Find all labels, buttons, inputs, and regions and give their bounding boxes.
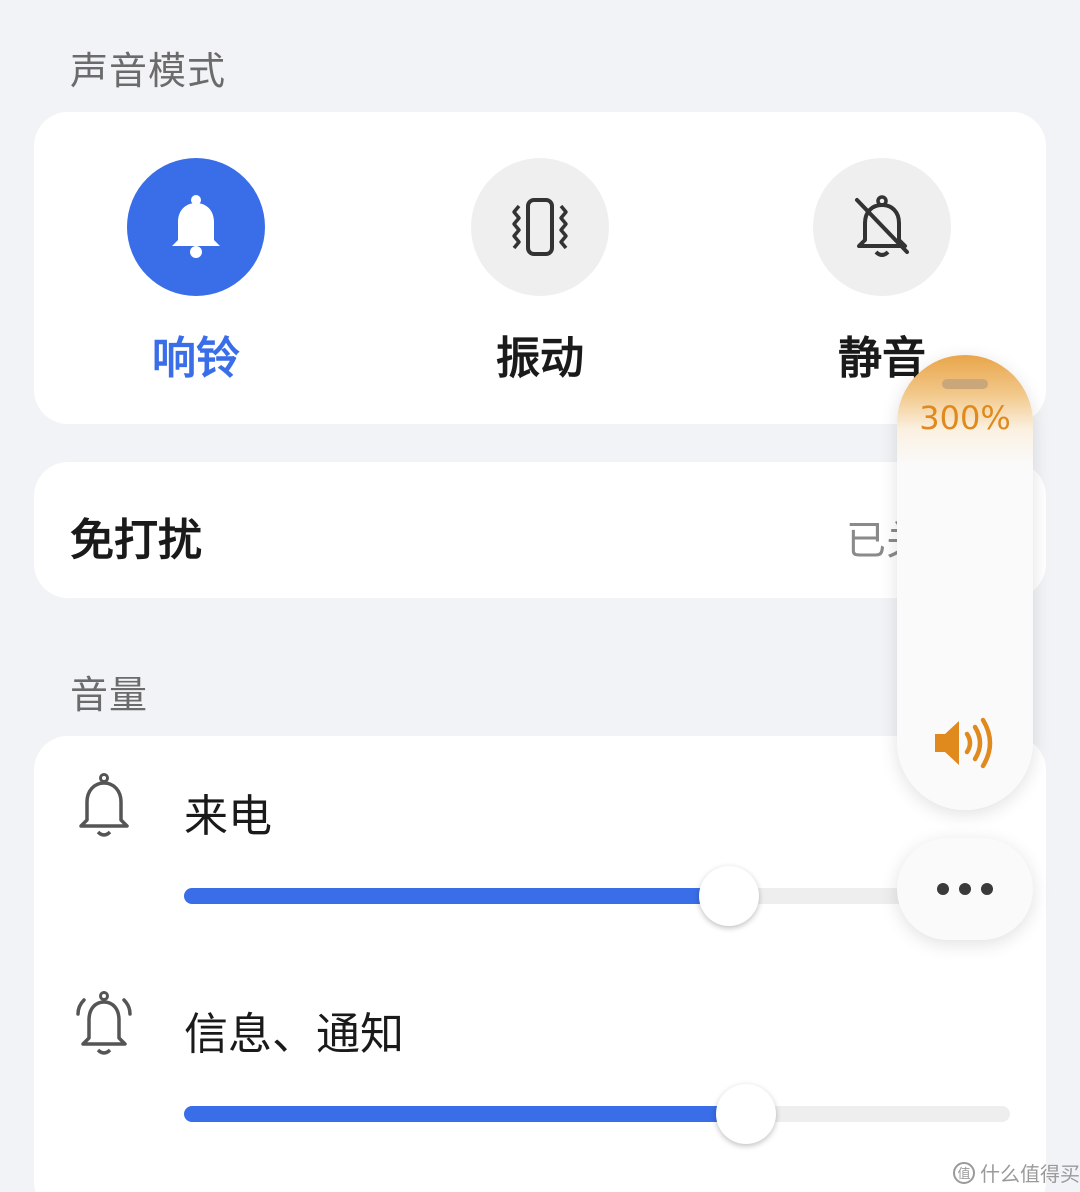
sound-mode-title: 声音模式	[70, 49, 227, 93]
more-button[interactable]	[897, 838, 1033, 940]
notification-slider-fill	[184, 1106, 746, 1122]
mode-silent-circle	[813, 158, 951, 296]
bell-icon	[74, 772, 134, 844]
more-icon	[932, 883, 998, 895]
mode-silent[interactable]: 静音	[792, 158, 972, 386]
dnd-label: 免打扰	[70, 515, 202, 566]
ringtone-slider-fill	[184, 888, 730, 904]
volume-boost-panel[interactable]: 300%	[897, 355, 1033, 810]
volume-boost-percent: 300%	[919, 399, 1011, 437]
ringtone-label: 来电	[184, 791, 272, 842]
mode-vibrate[interactable]: 振动	[450, 158, 630, 386]
notification-slider-thumb[interactable]	[715, 1084, 776, 1144]
volume-card: 来电 信息、通知	[34, 736, 1046, 1192]
mode-ring[interactable]: 响铃	[106, 158, 286, 386]
vibrate-icon	[512, 198, 568, 256]
mode-vibrate-label: 振动	[496, 333, 584, 384]
sound-mode-card: 响铃 振动 静音	[34, 112, 1046, 424]
ringtone-slider[interactable]	[184, 866, 1010, 926]
bell-ringing-icon	[74, 990, 134, 1062]
panel-drag-handle[interactable]	[942, 379, 988, 389]
bell-off-icon	[855, 195, 909, 257]
bell-icon	[172, 195, 220, 258]
mode-ring-circle	[127, 158, 265, 296]
watermark: 值 什么值得买	[952, 1158, 1080, 1187]
notification-label: 信息、通知	[184, 1009, 404, 1060]
mode-vibrate-circle	[471, 158, 609, 296]
mode-ring-label: 响铃	[152, 333, 240, 384]
watermark-text: 什么值得买	[980, 1162, 1080, 1186]
volume-title: 音量	[70, 673, 149, 717]
ringtone-slider-thumb[interactable]	[699, 866, 760, 926]
notification-slider[interactable]	[184, 1084, 1010, 1144]
dnd-row[interactable]: 免打扰 已关	[34, 462, 1046, 598]
speaker-icon[interactable]	[931, 715, 999, 775]
watermark-logo-icon: 值	[953, 1161, 975, 1184]
svg-text:值: 值	[957, 1166, 970, 1182]
